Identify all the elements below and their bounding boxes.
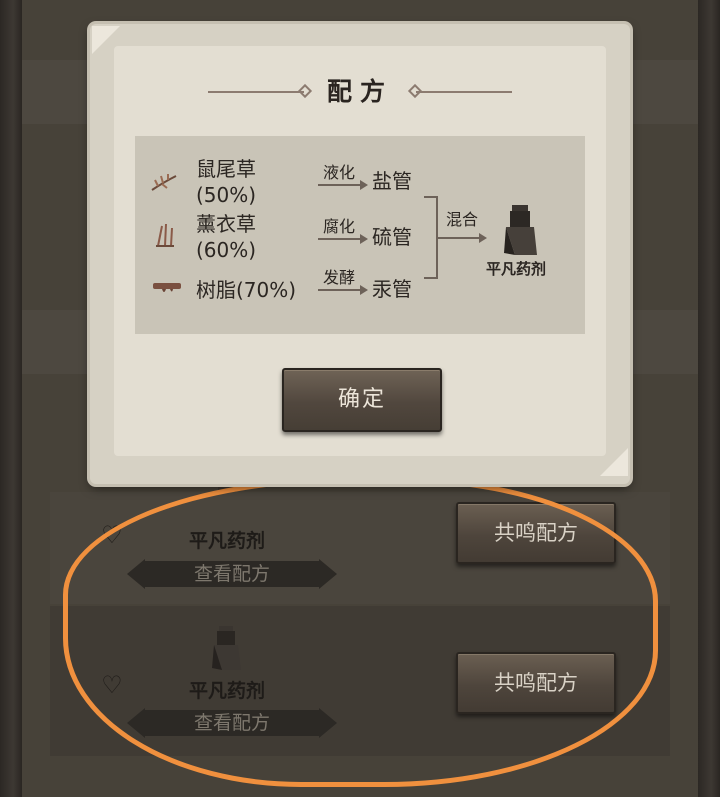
pipe-label: 盐管 (372, 169, 412, 193)
process-label: 发酵 (323, 268, 356, 287)
confirm-button[interactable]: 确定 (282, 368, 442, 432)
chevron-right-icon (319, 708, 337, 738)
ingredient-percent: (60%) (196, 238, 257, 262)
result-label: 平凡药剂 (486, 260, 547, 278)
favorite-heart-icon[interactable]: ♡ (98, 522, 126, 548)
arrow (318, 238, 362, 240)
resonate-recipe-button[interactable]: 共鸣配方 (456, 652, 616, 714)
dialog-title: 配方 (326, 77, 393, 106)
arrow-head (360, 234, 368, 244)
process-label: 腐化 (323, 217, 356, 236)
arrow (318, 184, 362, 186)
pipe-label: 汞管 (372, 277, 412, 301)
connector-line (436, 237, 480, 239)
frame-right (698, 0, 720, 797)
resonate-recipe-button[interactable]: 共鸣配方 (456, 502, 616, 564)
view-recipe-label: 查看配方 (143, 710, 321, 736)
lavender-icon (156, 223, 174, 247)
arrow-head (360, 180, 368, 190)
combine-label: 混合 (446, 210, 479, 229)
title-ornament (416, 91, 512, 93)
view-recipe-label: 查看配方 (143, 561, 321, 587)
frame-left (0, 0, 22, 797)
connector-line (424, 277, 436, 279)
arrow-head (360, 285, 368, 295)
process-label: 液化 (323, 163, 356, 182)
pipe-label: 硫管 (372, 225, 412, 249)
view-recipe-button[interactable]: 查看配方 (127, 708, 337, 738)
ingredient-name: 鼠尾草 (196, 157, 256, 181)
favorite-heart-icon[interactable]: ♡ (98, 672, 126, 698)
resin-icon (153, 283, 181, 292)
potion-icon (504, 205, 537, 255)
potion-icon (212, 626, 241, 670)
connector-line (424, 196, 436, 198)
arrow-head (479, 233, 487, 243)
ingredient-percent: (50%) (196, 183, 257, 207)
item-name: 平凡药剂 (188, 680, 265, 702)
chevron-right-icon (319, 559, 337, 589)
ingredient-name: 薰衣草 (196, 212, 256, 236)
view-recipe-button[interactable]: 查看配方 (127, 559, 337, 589)
sage-icon (151, 174, 177, 191)
dialog-header: 配方 (120, 72, 600, 112)
item-name: 平凡药剂 (188, 530, 265, 552)
arrow (318, 289, 362, 291)
ingredient-name: 树脂(70%) (196, 278, 297, 302)
